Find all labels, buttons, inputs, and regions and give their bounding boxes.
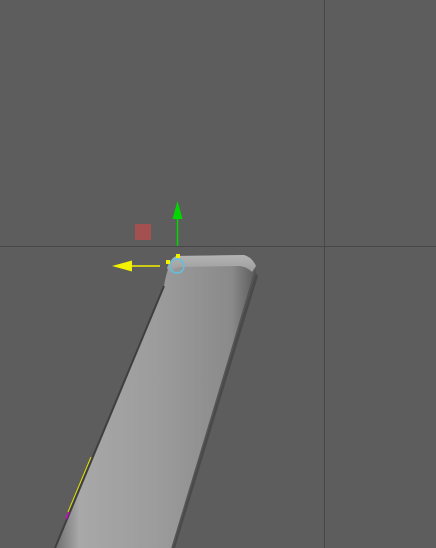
manipulator-x-arrow-icon[interactable] <box>112 260 132 272</box>
manipulator-plane-handle[interactable] <box>135 224 151 240</box>
selected-vertex[interactable] <box>176 254 180 258</box>
selected-vertex[interactable] <box>166 260 170 264</box>
mesh-object[interactable] <box>54 255 258 548</box>
3d-viewport[interactable] <box>0 0 436 548</box>
mesh-front-face <box>55 255 256 548</box>
manipulator-y-arrow-icon[interactable] <box>172 201 183 219</box>
viewport-canvas[interactable] <box>0 0 436 548</box>
